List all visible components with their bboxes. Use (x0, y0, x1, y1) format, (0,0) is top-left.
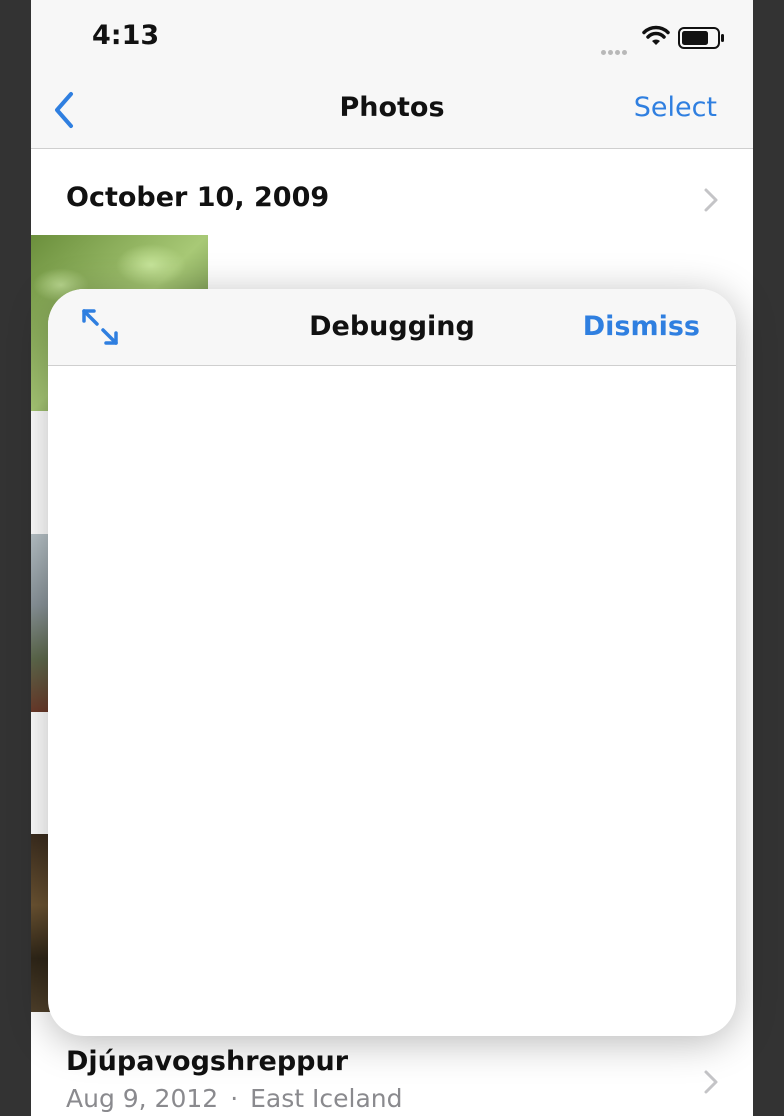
status-time: 4:13 (92, 20, 160, 51)
battery-icon (678, 27, 724, 49)
debugging-sheet: Debugging Dismiss (48, 289, 736, 1036)
dismiss-button[interactable]: Dismiss (583, 311, 700, 342)
section-date-header[interactable]: October 10, 2009 (66, 182, 329, 213)
place-date: Aug 9, 2012 (66, 1084, 219, 1113)
place-title[interactable]: Djúpavogshreppur (66, 1046, 348, 1077)
signal-icon (601, 40, 629, 59)
status-bar: 4:13 (31, 0, 753, 76)
place-region: East Iceland (250, 1084, 403, 1113)
chevron-right-icon[interactable] (703, 1069, 719, 1095)
place-subtitle: Aug 9, 2012 · East Iceland (66, 1084, 403, 1113)
select-button[interactable]: Select (634, 92, 717, 123)
separator-dot: · (230, 1084, 239, 1113)
sheet-header: Debugging Dismiss (48, 289, 736, 366)
chevron-right-icon[interactable] (703, 187, 719, 213)
sheet-content (48, 366, 736, 1036)
navigation-bar: Photos Select (31, 76, 753, 149)
wifi-icon (642, 25, 670, 45)
